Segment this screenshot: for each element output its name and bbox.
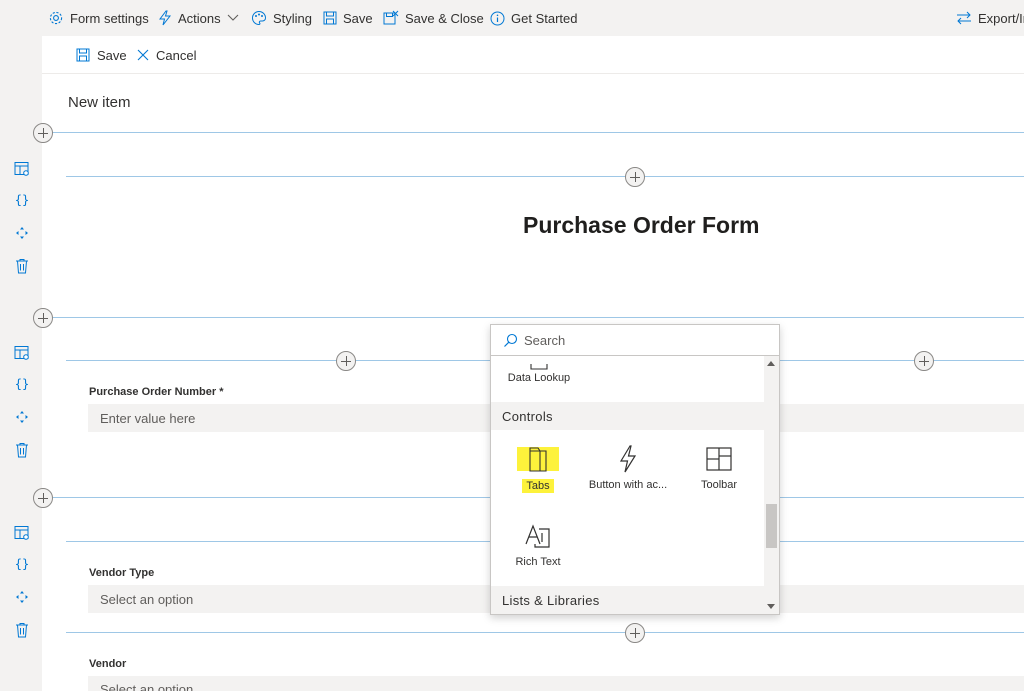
export-button[interactable]: Export/In <box>956 0 1024 36</box>
info-icon <box>490 11 505 26</box>
section-divider <box>44 317 1024 318</box>
category-controls-header: Controls <box>491 402 764 430</box>
add-section-icon[interactable] <box>33 488 53 508</box>
tile-toolbar[interactable]: Toolbar <box>674 443 764 513</box>
command-save-button[interactable]: Save <box>76 36 127 74</box>
command-cancel-button[interactable]: Cancel <box>137 36 196 74</box>
lightning-icon <box>158 10 172 26</box>
tile-label: Rich Text <box>515 556 561 568</box>
tile-label: Data Lookup <box>507 372 571 384</box>
save-icon <box>76 48 90 62</box>
section-code-icon[interactable]: {} <box>14 556 30 572</box>
folder-icon <box>516 443 560 475</box>
add-column-icon[interactable] <box>914 351 934 371</box>
tile-button-with-action[interactable]: Button with ac... <box>583 443 673 513</box>
add-section-icon[interactable] <box>33 123 53 143</box>
row-divider <box>780 360 1024 361</box>
section-layout-icon[interactable] <box>14 161 30 177</box>
swap-arrows-icon <box>956 11 972 25</box>
section-move-icon[interactable] <box>14 409 30 425</box>
page-title: New item <box>68 94 131 111</box>
toolbar-icon <box>706 443 732 475</box>
po-number-label: Purchase Order Number * <box>89 386 224 398</box>
data-lookup-icon <box>530 364 548 370</box>
save-icon <box>323 11 337 25</box>
top-toolbar: Form settings Actions Styling Save Save … <box>0 0 1024 36</box>
vendor-type-select[interactable]: Select an option <box>88 585 490 613</box>
search-icon <box>503 333 518 348</box>
section-move-icon[interactable] <box>14 589 30 605</box>
po-number-input-overflow <box>780 404 1024 432</box>
add-row-icon[interactable] <box>625 167 645 187</box>
tile-data-lookup[interactable]: Data Lookup <box>494 350 584 384</box>
save-close-label: Save & Close <box>405 10 484 26</box>
command-save-label: Save <box>97 47 127 63</box>
section-divider <box>44 132 1024 133</box>
get-started-label: Get Started <box>511 10 578 26</box>
row-divider <box>66 632 1024 633</box>
section-delete-icon[interactable] <box>14 442 30 458</box>
section-code-icon[interactable]: {} <box>14 376 30 392</box>
scroll-down-arrow-icon[interactable] <box>767 604 775 609</box>
lightning-icon <box>618 443 638 475</box>
section-layout-icon[interactable] <box>14 345 30 361</box>
tile-label: Toolbar <box>700 479 738 491</box>
section-delete-icon[interactable] <box>14 622 30 638</box>
command-cancel-label: Cancel <box>156 47 197 63</box>
actions-label: Actions <box>178 10 221 26</box>
form-heading: Purchase Order Form <box>523 212 760 238</box>
chevron-down-icon <box>227 14 239 22</box>
add-row-icon[interactable] <box>625 623 645 643</box>
actions-menu-button[interactable]: Actions <box>158 0 239 36</box>
section-code-icon[interactable]: {} <box>14 192 30 208</box>
scroll-up-arrow-icon[interactable] <box>767 361 775 366</box>
tile-label: Button with ac... <box>588 479 668 491</box>
section-delete-icon[interactable] <box>14 258 30 274</box>
tile-rich-text[interactable]: Rich Text <box>493 520 583 590</box>
command-bar-divider <box>42 73 1024 74</box>
save-close-icon <box>383 10 399 26</box>
styling-button[interactable]: Styling <box>251 0 312 36</box>
section-layout-icon[interactable] <box>14 525 30 541</box>
gear-icon <box>48 10 64 26</box>
palette-icon <box>251 10 267 26</box>
save-label-top: Save <box>343 10 373 26</box>
vendor-label: Vendor <box>89 658 127 670</box>
form-settings-button[interactable]: Form settings <box>48 0 149 36</box>
add-section-icon[interactable] <box>33 308 53 328</box>
category-lists-header: Lists & Libraries <box>491 586 764 614</box>
save-close-button[interactable]: Save & Close <box>383 0 484 36</box>
po-number-input[interactable]: Enter value here <box>88 404 490 432</box>
control-picker-popup: Search Data Lookup Controls Tabs Button … <box>490 324 780 615</box>
rich-text-icon <box>525 520 551 552</box>
row-divider <box>66 176 1024 177</box>
tile-label: Tabs <box>522 479 554 493</box>
picker-search-placeholder: Search <box>524 332 566 348</box>
save-button-top[interactable]: Save <box>323 0 373 36</box>
section-move-icon[interactable] <box>14 225 30 241</box>
add-column-icon[interactable] <box>336 351 356 371</box>
vendor-select[interactable]: Select an option <box>88 676 1024 691</box>
form-settings-label: Form settings <box>70 10 149 26</box>
get-started-button[interactable]: Get Started <box>490 0 577 36</box>
picker-scrollbar[interactable] <box>764 356 779 614</box>
vendor-type-select-overflow <box>780 585 1024 613</box>
export-label: Export/In <box>978 10 1024 26</box>
scrollbar-thumb[interactable] <box>766 504 777 548</box>
styling-label: Styling <box>273 10 313 26</box>
vendor-type-label: Vendor Type <box>89 567 155 579</box>
tile-tabs[interactable]: Tabs <box>493 443 583 513</box>
close-icon <box>137 49 149 61</box>
row-divider <box>66 360 490 361</box>
